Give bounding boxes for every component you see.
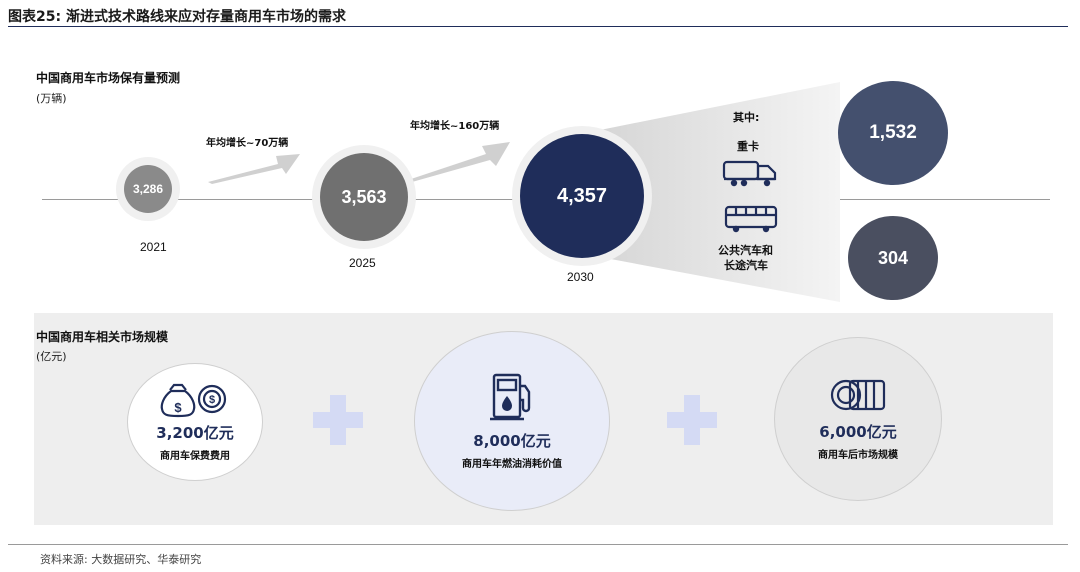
heavy-truck-value-circle: 1,532 [838, 81, 948, 185]
fuel-circle: 8,000亿元 商用车年燃油消耗价值 [414, 331, 610, 511]
aftermarket-value: 6,000亿元 [819, 423, 897, 441]
aftermarket-circle: 6,000亿元 商用车后市场规模 [774, 337, 942, 501]
section1-unit: (万辆) [36, 92, 67, 105]
insurance-circle: $ $ 3,200亿元 商用车保费费用 [127, 363, 263, 481]
section2-title: 中国商用车相关市场规模 [36, 330, 169, 344]
svg-text:$: $ [209, 394, 215, 406]
bus-label-line1: 公共汽车和 [718, 244, 773, 257]
growth-label-1: 年均增长~70万辆 [206, 138, 289, 149]
bus-label-line2: 长途汽车 [724, 259, 768, 272]
insurance-value: 3,200亿元 [156, 424, 234, 442]
section1-title: 中国商用车市场保有量预测 [36, 71, 181, 85]
fuel-value: 8,000亿元 [473, 432, 551, 450]
plus-icon-2 [667, 395, 717, 445]
money-bag-coin-icon: $ $ [160, 383, 227, 418]
insurance-label: 商用车保费费用 [160, 451, 230, 462]
value-circle-2021: 3,286 [124, 165, 172, 213]
fuel-pump-icon [490, 373, 531, 421]
fuel-label: 商用车年燃油消耗价值 [462, 459, 562, 470]
svg-text:$: $ [174, 400, 182, 415]
source-note: 资料来源: 大数据研究、华泰研究 [40, 553, 202, 566]
growth-arrow-1 [208, 154, 300, 184]
coin-stack-icon [830, 379, 886, 411]
bus-icon [724, 205, 778, 233]
year-2025: 2025 [349, 256, 376, 270]
figure-title: 图表25: 渐进式技术路线来应对存量商用车市场的需求 [8, 9, 346, 25]
growth-arrow-2 [408, 142, 510, 182]
aftermarket-label: 商用车后市场规模 [818, 450, 898, 461]
footer-rule [8, 544, 1068, 545]
growth-label-2: 年均增长~160万辆 [410, 121, 500, 132]
truck-label: 重卡 [737, 140, 759, 153]
value-circle-2030: 4,357 [520, 134, 644, 258]
section2-unit: (亿元) [36, 350, 67, 363]
year-2030: 2030 [567, 270, 594, 284]
bus-value-circle: 304 [848, 216, 938, 300]
year-2021: 2021 [140, 240, 167, 254]
title-rule [8, 26, 1068, 27]
breakdown-label: 其中: [733, 111, 760, 124]
truck-icon [722, 160, 777, 187]
value-circle-2025: 3,563 [320, 153, 408, 241]
plus-icon-1 [313, 395, 363, 445]
